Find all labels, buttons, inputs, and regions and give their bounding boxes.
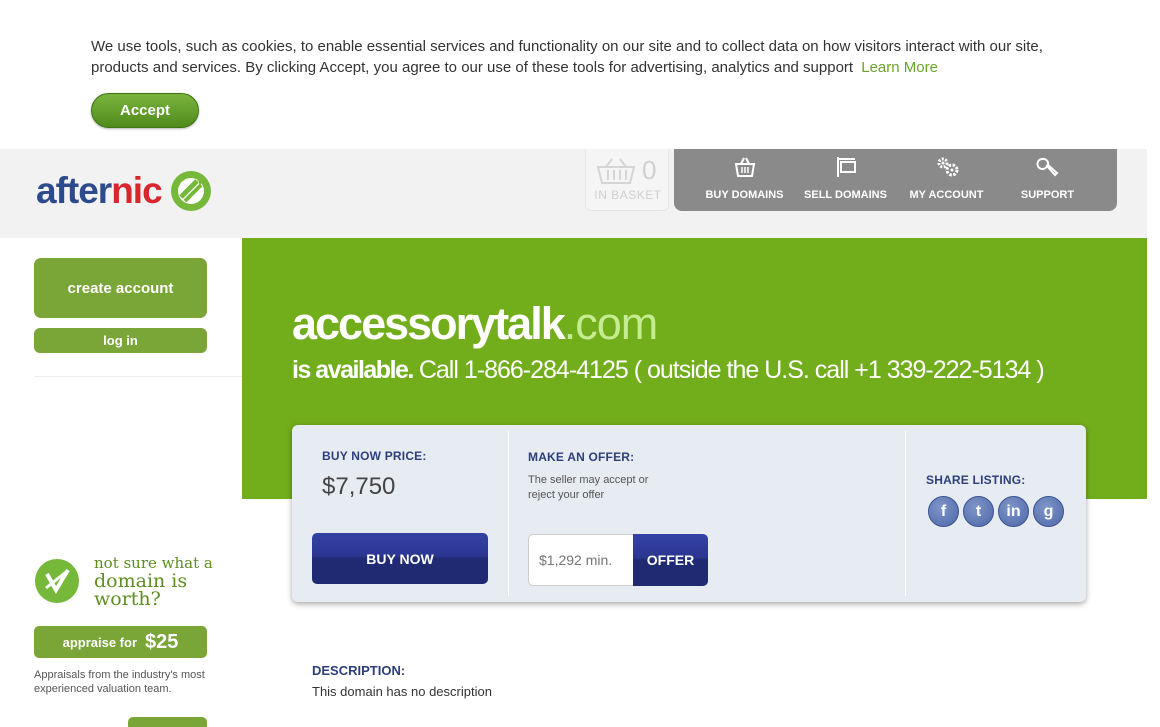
learn-more-link[interactable]: Learn More [861, 59, 938, 76]
nav-sell-domains[interactable]: SELL DOMAINS [795, 149, 896, 211]
make-offer-label: MAKE AN OFFER: [528, 450, 635, 464]
description-text: This domain has no description [312, 684, 492, 699]
divider [905, 431, 906, 596]
buy-now-price-label: BUY NOW PRICE: [322, 449, 427, 463]
offer-button[interactable]: OFFER [633, 534, 708, 586]
buy-now-price: $7,750 [322, 473, 396, 500]
buy-now-button[interactable]: BUY NOW [312, 533, 488, 584]
offer-form: OFFER [528, 534, 708, 586]
gears-icon [937, 157, 958, 177]
basket-icon [734, 157, 755, 177]
log-in-button[interactable]: log in [34, 328, 207, 353]
accept-button[interactable]: Accept [91, 93, 199, 128]
divider [508, 431, 509, 596]
wrench-icon [1035, 157, 1058, 177]
divider [34, 376, 242, 377]
facebook-icon[interactable]: f [928, 496, 959, 527]
basket-count: 0 [642, 155, 657, 185]
site-header: afternic 0 IN BASKET BUY DOMAINS SELL DO… [0, 149, 1147, 238]
appraise-note: Appraisals from the industry's most expe… [34, 669, 205, 695]
linkedin-icon[interactable]: in [998, 496, 1029, 527]
logo-mark-icon [170, 171, 211, 211]
offer-note: The seller may accept or reject your off… [528, 474, 649, 501]
domain-name: accessorytalk.com [292, 298, 658, 349]
description-label: DESCRIPTION: [312, 663, 406, 678]
sidebar-button-partial[interactable] [128, 717, 207, 727]
sign-icon [836, 157, 856, 177]
share-icons: f t in g [928, 496, 1064, 527]
purchase-card: BUY NOW PRICE: $7,750 BUY NOW MAKE AN OF… [292, 425, 1086, 602]
cookie-banner: We use tools, such as cookies, to enable… [0, 0, 1160, 149]
appraisal-badge-icon [35, 559, 79, 603]
cookie-message: We use tools, such as cookies, to enable… [91, 38, 1043, 76]
basket-icon [596, 158, 636, 184]
nav-support[interactable]: SUPPORT [997, 149, 1098, 211]
basket-label: IN BASKET [594, 188, 662, 202]
create-account-button[interactable]: create account [34, 258, 207, 318]
google-icon[interactable]: g [1033, 496, 1064, 527]
sidebar: create account log in not sure what a do… [0, 238, 242, 727]
offer-input[interactable] [528, 534, 636, 586]
appraise-button[interactable]: appraise for $25 [34, 626, 207, 658]
nav-my-account[interactable]: MY ACCOUNT [896, 149, 997, 211]
appraise-heading: not sure what a domain is worth? [94, 554, 213, 610]
afternic-logo[interactable]: afternic [36, 169, 212, 213]
twitter-icon[interactable]: t [963, 496, 994, 527]
share-listing-label: SHARE LISTING: [926, 473, 1026, 487]
nav-buy-domains[interactable]: BUY DOMAINS [694, 149, 795, 211]
basket-widget[interactable]: 0 IN BASKET [585, 149, 669, 211]
availability-line: is available. Call 1-866-284-4125 ( outs… [292, 356, 1045, 384]
main-nav: BUY DOMAINS SELL DOMAINS MY ACCOUNT SUPP… [674, 149, 1117, 211]
